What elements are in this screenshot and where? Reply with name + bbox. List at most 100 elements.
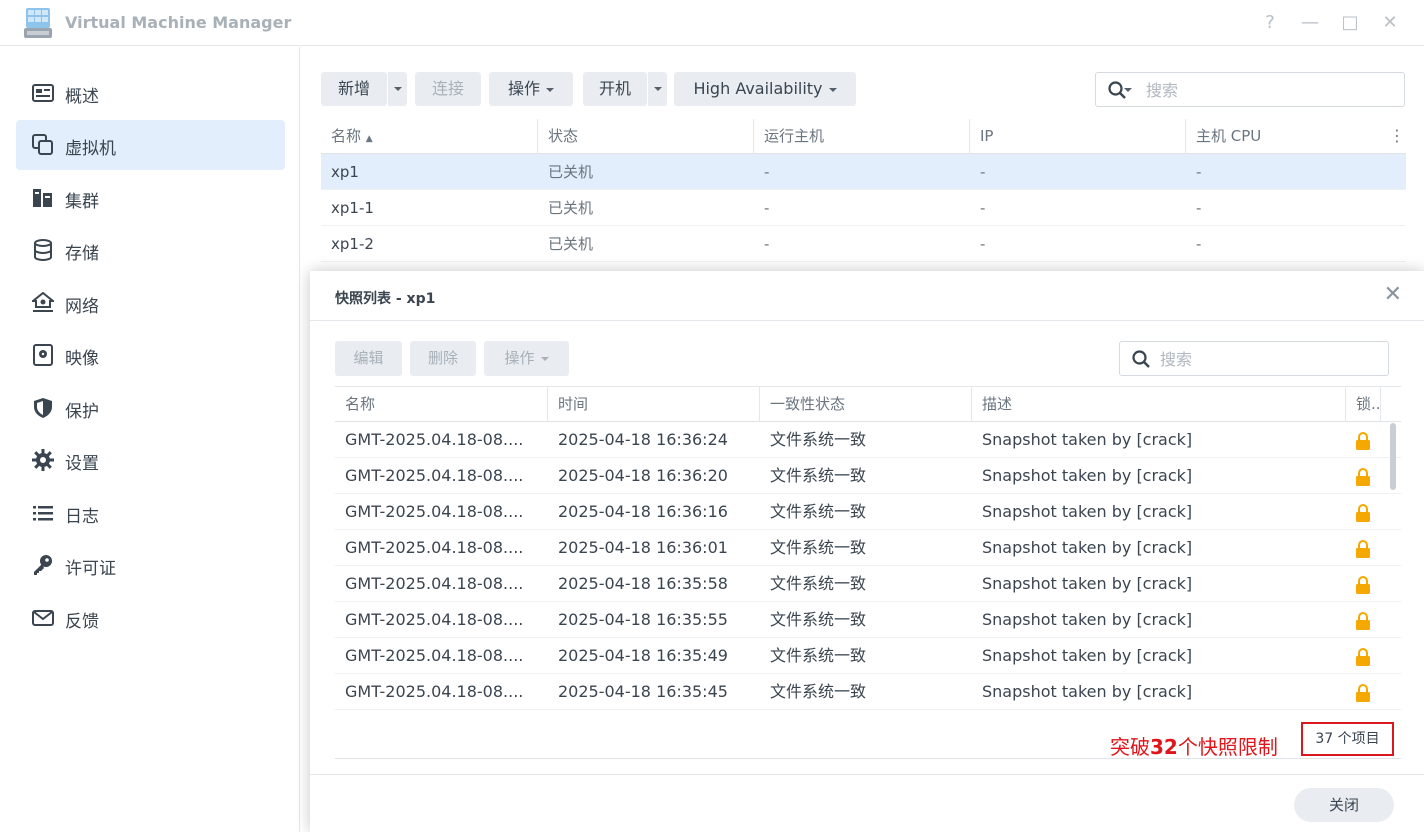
snapshot-time: 2025-04-18 16:36:20 xyxy=(558,466,728,485)
snapshot-time: 2025-04-18 16:35:55 xyxy=(558,610,728,629)
snapshot-description: Snapshot taken by [crack] xyxy=(982,430,1193,449)
snapshot-name: GMT-2025.04.18-08.... xyxy=(345,682,524,701)
help-icon[interactable]: ? xyxy=(1258,11,1282,35)
dialog-title: 快照列表 - xp1 xyxy=(335,291,436,307)
vm-host: - xyxy=(764,199,770,217)
vm-ip: - xyxy=(980,199,986,217)
scrollbar[interactable] xyxy=(1390,423,1396,490)
column-header-ip[interactable]: IP xyxy=(970,119,1186,154)
table-row[interactable]: GMT-2025.04.18-08.... 2025-04-18 16:35:5… xyxy=(335,602,1401,638)
vmm-app-icon xyxy=(24,8,52,38)
vm-name: xp1-2 xyxy=(331,235,374,253)
minimize-icon[interactable]: — xyxy=(1298,11,1322,35)
vm-status: 已关机 xyxy=(548,235,594,253)
sidebar-item-license[interactable]: 许可证 xyxy=(16,540,285,590)
table-row[interactable]: xp1-1 已关机 - - - xyxy=(321,190,1406,226)
table-row[interactable]: GMT-2025.04.18-08.... 2025-04-18 16:36:2… xyxy=(335,422,1401,458)
snapshot-list-dialog: 快照列表 - xp1 ✕ 编辑 删除 操作 名称 时间 一致性状态 描述 锁..… xyxy=(310,271,1424,832)
sidebar-item-protection[interactable]: 保护 xyxy=(16,383,285,433)
table-row[interactable]: GMT-2025.04.18-08.... 2025-04-18 16:36:0… xyxy=(335,530,1401,566)
vm-host: - xyxy=(764,235,770,253)
snapshot-search-input[interactable] xyxy=(1160,349,1380,369)
snapshot-time: 2025-04-18 16:36:01 xyxy=(558,538,728,557)
sidebar-item-label: 许可证 xyxy=(65,559,116,579)
power-on-dropdown-button[interactable] xyxy=(647,72,667,106)
sidebar-item-cluster[interactable]: 集群 xyxy=(16,173,285,223)
snapshot-search-box[interactable] xyxy=(1119,341,1389,376)
power-on-button[interactable]: 开机 xyxy=(583,72,647,106)
chevron-down-icon[interactable] xyxy=(1124,88,1132,92)
sidebar-item-label: 设置 xyxy=(65,454,99,474)
snapshot-consistency: 文件系统一致 xyxy=(770,502,867,521)
table-row[interactable]: GMT-2025.04.18-08.... 2025-04-18 16:36:2… xyxy=(335,458,1401,494)
overview-icon xyxy=(32,84,54,102)
column-header-name[interactable]: 名称 xyxy=(335,387,548,422)
snapshot-action-button[interactable]: 操作 xyxy=(484,341,569,376)
sidebar-item-settings[interactable]: 设置 xyxy=(16,435,285,485)
chevron-down-icon xyxy=(654,87,662,91)
snapshot-description: Snapshot taken by [crack] xyxy=(982,646,1193,665)
sidebar-item-image[interactable]: 映像 xyxy=(16,330,285,380)
connect-button[interactable]: 连接 xyxy=(415,72,481,106)
sidebar-item-virtual-machine[interactable]: 虚拟机 xyxy=(16,120,285,170)
sidebar-item-feedback[interactable]: 反馈 xyxy=(16,593,285,643)
column-header-description[interactable]: 描述 xyxy=(972,387,1346,422)
snapshot-name: GMT-2025.04.18-08.... xyxy=(345,610,524,629)
title-bar: Virtual Machine Manager ? — □ ✕ xyxy=(0,0,1424,46)
cluster-icon xyxy=(33,189,52,207)
sidebar-item-label: 映像 xyxy=(65,349,99,369)
column-header-time[interactable]: 时间 xyxy=(548,387,760,422)
column-header-cpu[interactable]: 主机 CPU xyxy=(1186,119,1386,154)
sidebar-item-log[interactable]: 日志 xyxy=(16,488,285,538)
table-row[interactable]: GMT-2025.04.18-08.... 2025-04-18 16:35:5… xyxy=(335,566,1401,602)
vm-cpu: - xyxy=(1196,163,1202,181)
close-icon[interactable]: ✕ xyxy=(1384,284,1402,306)
sidebar-item-label: 集群 xyxy=(65,192,99,212)
chevron-down-icon xyxy=(394,87,402,91)
snapshot-limit-annotation: 突破32个快照限制 xyxy=(1110,731,1278,760)
sidebar-item-overview[interactable]: 概述 xyxy=(16,68,285,118)
lock-icon xyxy=(1356,576,1370,594)
snapshot-description: Snapshot taken by [crack] xyxy=(982,466,1193,485)
divider xyxy=(310,774,1424,775)
table-row[interactable]: xp1-2 已关机 - - - xyxy=(321,226,1406,262)
snapshot-description: Snapshot taken by [crack] xyxy=(982,574,1193,593)
sidebar-item-storage[interactable]: 存储 xyxy=(16,225,285,275)
vm-name: xp1 xyxy=(331,163,359,181)
close-button[interactable]: 关闭 xyxy=(1294,788,1394,822)
delete-button[interactable]: 删除 xyxy=(410,341,476,376)
column-header-lock[interactable]: 锁.. xyxy=(1346,387,1381,422)
more-options-icon[interactable]: ⋮ xyxy=(1389,126,1405,146)
table-row[interactable]: GMT-2025.04.18-08.... 2025-04-18 16:35:4… xyxy=(335,674,1401,710)
table-row[interactable]: GMT-2025.04.18-08.... 2025-04-18 16:36:1… xyxy=(335,494,1401,530)
snapshot-consistency: 文件系统一致 xyxy=(770,646,867,665)
vm-cpu: - xyxy=(1196,235,1202,253)
sidebar-item-label: 反馈 xyxy=(65,612,99,632)
column-header-status[interactable]: 状态 xyxy=(538,119,754,154)
chevron-down-icon xyxy=(546,87,554,92)
table-row[interactable]: xp1 已关机 - - - xyxy=(321,154,1406,190)
table-row[interactable]: GMT-2025.04.18-08.... 2025-04-18 16:35:4… xyxy=(335,638,1401,674)
high-availability-button[interactable]: High Availability xyxy=(674,72,856,106)
app-title: Virtual Machine Manager xyxy=(65,13,292,32)
add-dropdown-button[interactable] xyxy=(387,72,407,106)
vm-host: - xyxy=(764,163,770,181)
lock-icon xyxy=(1356,684,1370,702)
action-button[interactable]: 操作 xyxy=(489,72,573,106)
maximize-icon[interactable]: □ xyxy=(1338,11,1362,35)
add-button[interactable]: 新增 xyxy=(321,72,387,106)
edit-button[interactable]: 编辑 xyxy=(335,341,402,376)
vm-table-header: 名称 ▲ 状态 运行主机 IP 主机 CPU ⋮ xyxy=(321,119,1406,154)
vm-search-box[interactable] xyxy=(1095,72,1405,107)
divider xyxy=(335,758,1401,759)
column-header-host[interactable]: 运行主机 xyxy=(754,119,970,154)
column-header-name[interactable]: 名称 ▲ xyxy=(321,119,538,154)
lock-icon xyxy=(1356,648,1370,666)
vm-search-input[interactable] xyxy=(1146,80,1396,100)
column-header-consistency[interactable]: 一致性状态 xyxy=(760,387,972,422)
snapshot-consistency: 文件系统一致 xyxy=(770,574,867,593)
snapshot-description: Snapshot taken by [crack] xyxy=(982,610,1193,629)
mail-icon xyxy=(32,610,54,626)
window-close-icon[interactable]: ✕ xyxy=(1378,11,1402,35)
sidebar-item-network[interactable]: 网络 xyxy=(16,278,285,328)
